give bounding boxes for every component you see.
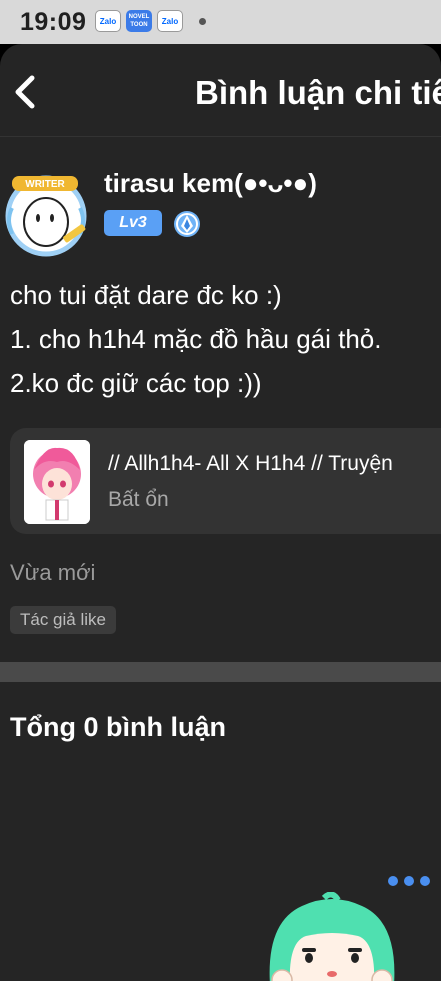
chevron-left-icon xyxy=(15,75,35,109)
comment-text-line: 1. cho h1h4 mặc đồ hầu gái thỏ. xyxy=(10,324,382,354)
comment-timestamp: Vừa mới xyxy=(10,560,96,585)
avatar[interactable]: WRITER xyxy=(4,168,92,260)
zalo-icon: Zalo xyxy=(95,10,121,32)
book-cover-image xyxy=(24,440,90,524)
book-card[interactable]: // Allh1h4- All X H1h4 // Truyện Bất ổn xyxy=(10,428,441,534)
status-time: 19:09 xyxy=(20,8,87,36)
book-status: Bất ổn xyxy=(108,488,169,511)
comment-text-line: cho tui đặt dare đc ko :) xyxy=(10,280,282,310)
level-badge: Lv3 xyxy=(104,210,162,236)
back-button[interactable] xyxy=(8,72,48,112)
book-title: // Allh1h4- All X H1h4 // Truyện xyxy=(108,452,393,475)
author-like-tag: Tác giả like xyxy=(10,606,116,634)
header: Bình luận chi tiết xyxy=(0,44,441,137)
rank-shield-icon xyxy=(174,211,200,237)
zalo-icon: Zalo xyxy=(157,10,183,32)
mascot-character-image xyxy=(269,892,395,981)
page-title: Bình luận chi tiết xyxy=(195,74,441,111)
comment-text-line: 2.ko đc giữ các top :)) xyxy=(10,368,262,398)
writer-badge: WRITER xyxy=(25,179,65,190)
novel-toon-icon: NOVEL TOON xyxy=(126,10,152,32)
comment-detail-screen: Bình luận chi tiết WRITER tirasu kem(●•ᴗ… xyxy=(0,44,441,981)
total-comments-label: Tổng 0 bình luận xyxy=(10,712,226,742)
username[interactable]: tirasu kem(●•ᴗ•●) xyxy=(104,168,317,199)
section-divider xyxy=(0,662,441,682)
status-bar: 19:09 Zalo NOVEL TOON Zalo xyxy=(0,0,441,44)
notification-dot-icon xyxy=(199,18,206,25)
more-options-icon[interactable] xyxy=(386,874,432,888)
